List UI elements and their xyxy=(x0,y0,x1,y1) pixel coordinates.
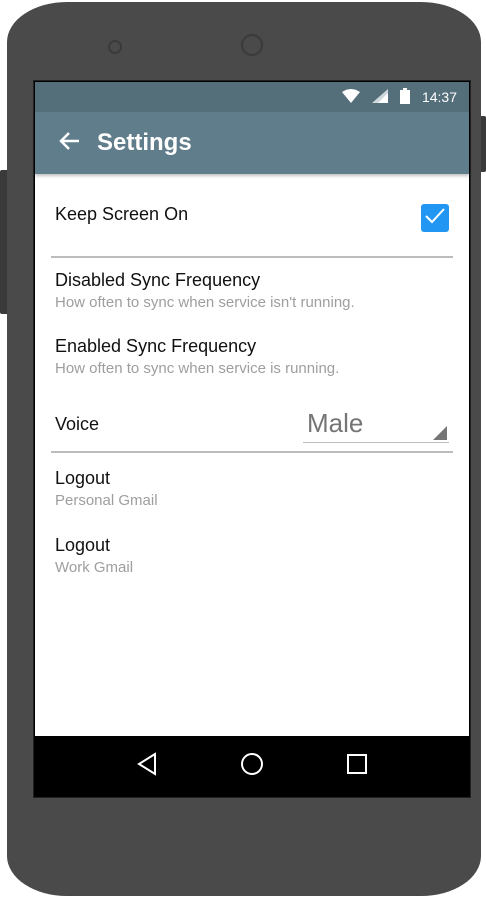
dropdown-arrow-icon xyxy=(433,426,447,440)
logout-work-summary: Work Gmail xyxy=(55,559,134,576)
disabled-sync-item[interactable]: Disabled Sync Frequency How often to syn… xyxy=(55,270,449,311)
section-divider xyxy=(51,451,453,453)
logout-personal-item[interactable]: Logout Personal Gmail xyxy=(55,468,449,509)
voice-select[interactable]: Male xyxy=(303,406,449,443)
logout-personal-summary: Personal Gmail xyxy=(55,492,158,509)
disabled-sync-label: Disabled Sync Frequency xyxy=(55,270,261,290)
logout-work-label: Logout xyxy=(55,535,111,555)
arrow-left-icon xyxy=(58,131,80,156)
home-circle-icon xyxy=(240,752,264,781)
nav-recents-button[interactable] xyxy=(337,746,377,786)
section-divider xyxy=(51,256,453,258)
enabled-sync-summary: How often to sync when service is runnin… xyxy=(55,360,340,377)
back-triangle-icon xyxy=(136,751,158,781)
nav-home-button[interactable] xyxy=(232,746,272,786)
check-icon xyxy=(424,207,446,230)
enabled-sync-label: Enabled Sync Frequency xyxy=(55,336,257,356)
enabled-sync-item[interactable]: Enabled Sync Frequency How often to sync… xyxy=(55,336,449,377)
voice-select-value: Male xyxy=(307,408,364,438)
keep-screen-on-checkbox[interactable] xyxy=(421,204,449,232)
nav-back-button[interactable] xyxy=(127,746,167,786)
logout-personal-label: Logout xyxy=(55,468,111,488)
keep-screen-on-label: Keep Screen On xyxy=(55,204,189,224)
status-time: 14:37 xyxy=(421,89,457,105)
logout-work-item[interactable]: Logout Work Gmail xyxy=(55,535,449,576)
keep-screen-on-item[interactable]: Keep Screen On xyxy=(55,204,449,236)
earpiece-sensor xyxy=(241,34,263,56)
settings-list: Keep Screen On Disabled Sync Frequency H… xyxy=(35,174,469,736)
front-camera xyxy=(108,40,122,54)
recents-square-icon xyxy=(346,753,368,780)
page-title: Settings xyxy=(97,129,192,156)
phone-frame: 14:37 Settings Keep Screen On Disabled S… xyxy=(7,2,481,896)
navigation-bar xyxy=(35,736,469,796)
phone-screen: 14:37 Settings Keep Screen On Disabled S… xyxy=(33,80,471,798)
back-button[interactable] xyxy=(49,123,89,163)
battery-icon xyxy=(399,87,410,107)
voice-item: Voice Male xyxy=(55,408,449,444)
signal-icon xyxy=(371,88,388,106)
status-bar: 14:37 xyxy=(35,82,469,112)
app-bar: Settings xyxy=(35,112,469,174)
wifi-icon xyxy=(341,88,360,106)
disabled-sync-summary: How often to sync when service isn't run… xyxy=(55,294,355,311)
